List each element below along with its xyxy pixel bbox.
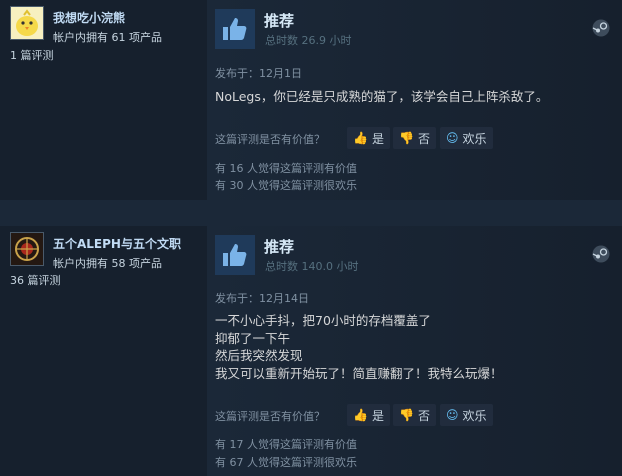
- verdict-title: 推荐: [264, 238, 295, 256]
- review-line: 抑郁了一下午: [215, 330, 291, 346]
- hours-played: 总时数 140.0 小时: [265, 260, 359, 273]
- emblem-avatar-icon: [11, 233, 43, 265]
- vote-yes-button[interactable]: 👍 是: [347, 127, 390, 149]
- helpful-question: 这篇评测是否有价值？: [215, 410, 325, 423]
- vote-no-button[interactable]: 👎 否: [393, 127, 436, 149]
- posted-date: 发布于：12月1日: [215, 67, 302, 80]
- thumbs-up-icon: 👍: [353, 131, 368, 145]
- verdict-title: 推荐: [264, 12, 295, 30]
- helpful-question: 这篇评测是否有价值？: [215, 133, 325, 146]
- thumbs-up-icon: [215, 9, 255, 49]
- review-count[interactable]: 1 篇评测: [10, 47, 54, 63]
- thumbs-down-icon: 👎: [399, 408, 414, 422]
- review-content: NoLegs，你已经是只成熟的猫了，该学会自己上阵杀敌了。: [215, 88, 548, 106]
- vote-yes-button[interactable]: 👍 是: [347, 404, 390, 426]
- review-divider: [0, 200, 622, 226]
- avatar[interactable]: [10, 6, 44, 40]
- funny-count: 有 67 人觉得这篇评测很欢乐: [215, 456, 357, 469]
- review-card: 我想吃小浣熊 帐户内拥有 61 项产品 1 篇评测 推荐 总时数 26.9 小时…: [0, 0, 622, 200]
- reviewer-name[interactable]: 五个ALEPH与五个文职: [53, 235, 181, 252]
- review-card: 五个ALEPH与五个文职 帐户内拥有 58 项产品 36 篇评测 推荐 总时数 …: [0, 226, 622, 476]
- products-owned[interactable]: 帐户内拥有 58 项产品: [53, 255, 162, 271]
- funny-count: 有 30 人觉得这篇评测很欢乐: [215, 179, 357, 192]
- helpful-count: 有 16 人觉得这篇评测有价值: [215, 162, 357, 175]
- hours-played: 总时数 26.9 小时: [265, 34, 352, 47]
- reviewer-name[interactable]: 我想吃小浣熊: [53, 9, 125, 26]
- products-owned[interactable]: 帐户内拥有 61 项产品: [53, 29, 162, 45]
- smiley-icon: ☺: [446, 131, 459, 145]
- steam-logo-icon: [592, 245, 610, 263]
- thumbs-down-icon: 👎: [399, 131, 414, 145]
- review-content: 一不小心手抖，把70小时的存档覆盖了 抑郁了一下午 然后我突然发现 我又可以重新…: [215, 312, 503, 382]
- smiley-icon: ☺: [446, 408, 459, 422]
- review-line: 然后我突然发现: [215, 348, 303, 363]
- review-line: 一不小心手抖，把70小时的存档覆盖了: [215, 313, 431, 328]
- avatar[interactable]: [10, 232, 44, 266]
- vote-funny-button[interactable]: ☺ 欢乐: [440, 404, 493, 426]
- thumbs-up-icon: [215, 235, 255, 275]
- review-line: 我又可以重新开始玩了！简直赚翻了！我特么玩爆！: [215, 365, 503, 381]
- review-count[interactable]: 36 篇评测: [10, 272, 61, 288]
- thumbs-up-icon: 👍: [353, 408, 368, 422]
- helpful-count: 有 17 人觉得这篇评测有价值: [215, 438, 357, 451]
- vote-no-button[interactable]: 👎 否: [393, 404, 436, 426]
- steam-logo-icon: [592, 19, 610, 37]
- chick-avatar-icon: [11, 7, 43, 39]
- review-line: NoLegs，你已经是只成熟的猫了，该学会自己上阵杀敌了。: [215, 89, 549, 104]
- vote-funny-button[interactable]: ☺ 欢乐: [440, 127, 493, 149]
- posted-date: 发布于：12月14日: [215, 292, 309, 305]
